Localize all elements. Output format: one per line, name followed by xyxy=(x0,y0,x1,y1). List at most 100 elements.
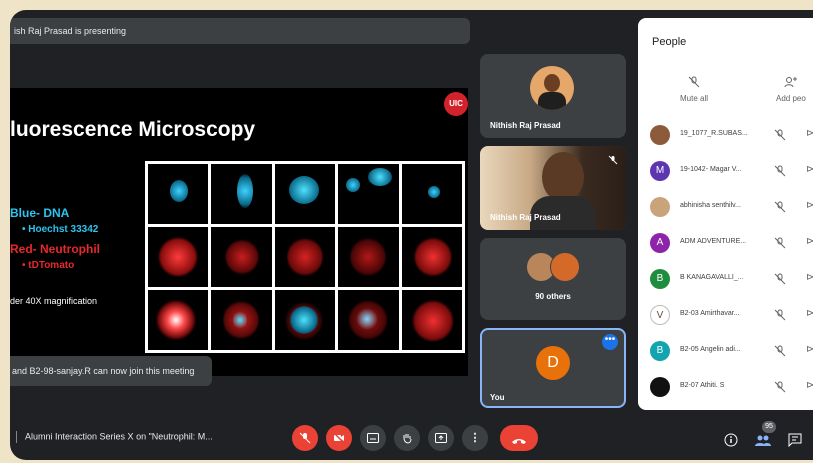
more-options-icon[interactable]: ••• xyxy=(602,334,618,350)
chat-icon[interactable] xyxy=(788,433,804,449)
participant-row[interactable]: V B2-03 Amirthavar... ⊳ xyxy=(650,302,813,328)
microscopy-image xyxy=(274,227,336,287)
participant-row[interactable]: abhinisha senthilv... ⊳ xyxy=(650,194,813,220)
meeting-details-button[interactable]: Alumni Interaction Series X on "Neutroph… xyxy=(16,431,213,443)
mute-all-button[interactable]: Mute all xyxy=(680,76,708,103)
microscopy-image xyxy=(274,290,336,350)
participant-row[interactable]: A ADM ADVENTURE... ⊳ xyxy=(650,230,813,256)
presenting-banner: ish Raj Prasad is presenting xyxy=(10,18,470,44)
pin-icon[interactable]: ⊳ xyxy=(806,380,813,391)
more-vertical-icon: ⋮ xyxy=(469,432,481,444)
people-icon[interactable] xyxy=(754,433,772,449)
add-people-label: Add peo xyxy=(776,94,806,103)
presenter-tile[interactable]: Nithish Raj Prasad xyxy=(480,54,626,138)
microscopy-image xyxy=(338,164,399,224)
pin-icon[interactable]: ⊳ xyxy=(806,164,813,175)
pin-icon[interactable]: ⊳ xyxy=(806,128,813,139)
mic-off-icon xyxy=(774,344,786,357)
participant-row[interactable]: 19_1077_R.SUBAS... ⊳ xyxy=(650,122,813,148)
participant-avatar: V xyxy=(650,305,670,325)
slide-title: luorescence Microscopy xyxy=(10,118,256,141)
participant-avatar: A xyxy=(650,233,670,253)
mic-toggle-button[interactable] xyxy=(292,425,318,451)
meeting-info-icon[interactable] xyxy=(724,433,740,449)
participant-avatar xyxy=(650,377,670,397)
microscopy-image xyxy=(148,164,209,224)
participant-name: B2-03 Amirthavar... xyxy=(680,310,740,317)
camera-off-icon xyxy=(333,432,345,444)
microscopy-image xyxy=(401,290,462,350)
add-people-button[interactable]: Add peo xyxy=(776,76,806,103)
participant-avatar: B xyxy=(650,269,670,289)
microscopy-image xyxy=(338,290,399,350)
microscopy-image xyxy=(401,164,462,224)
participant-name: 19-1042- Magar V... xyxy=(680,166,742,173)
divider xyxy=(16,431,17,443)
microscopy-image xyxy=(148,290,209,350)
microscopy-image xyxy=(211,164,272,224)
participant-row[interactable]: M 19-1042- Magar V... ⊳ xyxy=(650,158,813,184)
uic-logo: UIC xyxy=(444,92,468,116)
others-tile[interactable]: 90 others xyxy=(480,238,626,320)
shared-slide: luorescence Microscopy UIC Blue- DNA • H… xyxy=(10,88,468,376)
hang-up-icon xyxy=(511,433,527,451)
meet-window: ish Raj Prasad is presenting luorescence… xyxy=(10,10,813,460)
microscopy-image xyxy=(338,227,399,287)
self-label: You xyxy=(490,393,505,402)
participant-name: B2-07 Athiti. S xyxy=(680,382,725,389)
participant-avatar xyxy=(650,197,670,217)
presenter-name: Nithish Raj Prasad xyxy=(490,121,561,130)
mic-off-icon xyxy=(299,432,311,444)
raise-hand-button[interactable] xyxy=(394,425,420,451)
self-tile[interactable]: D ••• You xyxy=(480,328,626,408)
mute-all-label: Mute all xyxy=(680,94,709,103)
meeting-title: Alumni Interaction Series X on "Neutroph… xyxy=(25,431,213,442)
camera-toggle-button[interactable] xyxy=(326,425,352,451)
microscopy-image-grid xyxy=(145,161,465,353)
mic-off-icon xyxy=(774,272,786,285)
more-options-button[interactable]: ⋮ xyxy=(462,425,488,451)
add-person-icon xyxy=(784,76,798,88)
legend-red-item: • tDTomato xyxy=(22,260,75,271)
microscopy-image xyxy=(274,164,336,224)
people-count-badge: 95 xyxy=(762,421,776,433)
participant-name: B2-05 Angelin adi... xyxy=(680,346,741,353)
microscopy-image xyxy=(148,227,209,287)
legend-blue-title: Blue- DNA xyxy=(10,206,70,220)
captions-button[interactable] xyxy=(360,425,386,451)
mic-off-icon xyxy=(774,200,786,213)
mic-off-icon xyxy=(774,236,786,249)
pin-icon[interactable]: ⊳ xyxy=(806,200,813,211)
legend-blue-item: • Hoechst 33342 xyxy=(22,224,99,235)
participant-name: 19_1077_R.SUBAS... xyxy=(680,130,748,137)
participant-avatar: M xyxy=(650,161,670,181)
camera-tile[interactable]: Nithish Raj Prasad xyxy=(480,146,626,230)
participant-row[interactable]: B B2-05 Angelin adi... ⊳ xyxy=(650,338,813,364)
pin-icon[interactable]: ⊳ xyxy=(806,236,813,247)
microscopy-image xyxy=(211,227,272,287)
mic-off-icon xyxy=(774,308,786,321)
people-title: People xyxy=(652,36,687,48)
pin-icon[interactable]: ⊳ xyxy=(806,308,813,319)
hand-icon xyxy=(401,432,413,444)
legend-magnification: der 40X magnification xyxy=(10,296,98,306)
captions-icon xyxy=(367,432,379,444)
participant-row[interactable]: B B KANAGAVALLI_... ⊳ xyxy=(650,266,813,292)
participant-name: ADM ADVENTURE... xyxy=(680,238,747,245)
present-screen-icon xyxy=(435,432,447,444)
leave-call-button[interactable] xyxy=(500,425,538,451)
camera-name: Nithish Raj Prasad xyxy=(490,213,561,222)
join-notification: and B2-98-sanjay.R can now join this mee… xyxy=(10,356,212,386)
present-button[interactable] xyxy=(428,425,454,451)
mic-off-icon xyxy=(608,152,618,165)
pin-icon[interactable]: ⊳ xyxy=(806,344,813,355)
microscopy-image xyxy=(211,290,272,350)
pin-icon[interactable]: ⊳ xyxy=(806,272,813,283)
other-avatar xyxy=(550,252,580,282)
participant-row[interactable]: B2-07 Athiti. S ⊳ xyxy=(650,374,813,400)
participant-name: B KANAGAVALLI_... xyxy=(680,274,744,281)
presenter-avatar xyxy=(530,66,574,110)
participant-avatar xyxy=(650,125,670,145)
mic-off-icon xyxy=(774,164,786,177)
people-panel: People Mute all Add peo 19_1077_R.SUBAS.… xyxy=(638,18,813,410)
